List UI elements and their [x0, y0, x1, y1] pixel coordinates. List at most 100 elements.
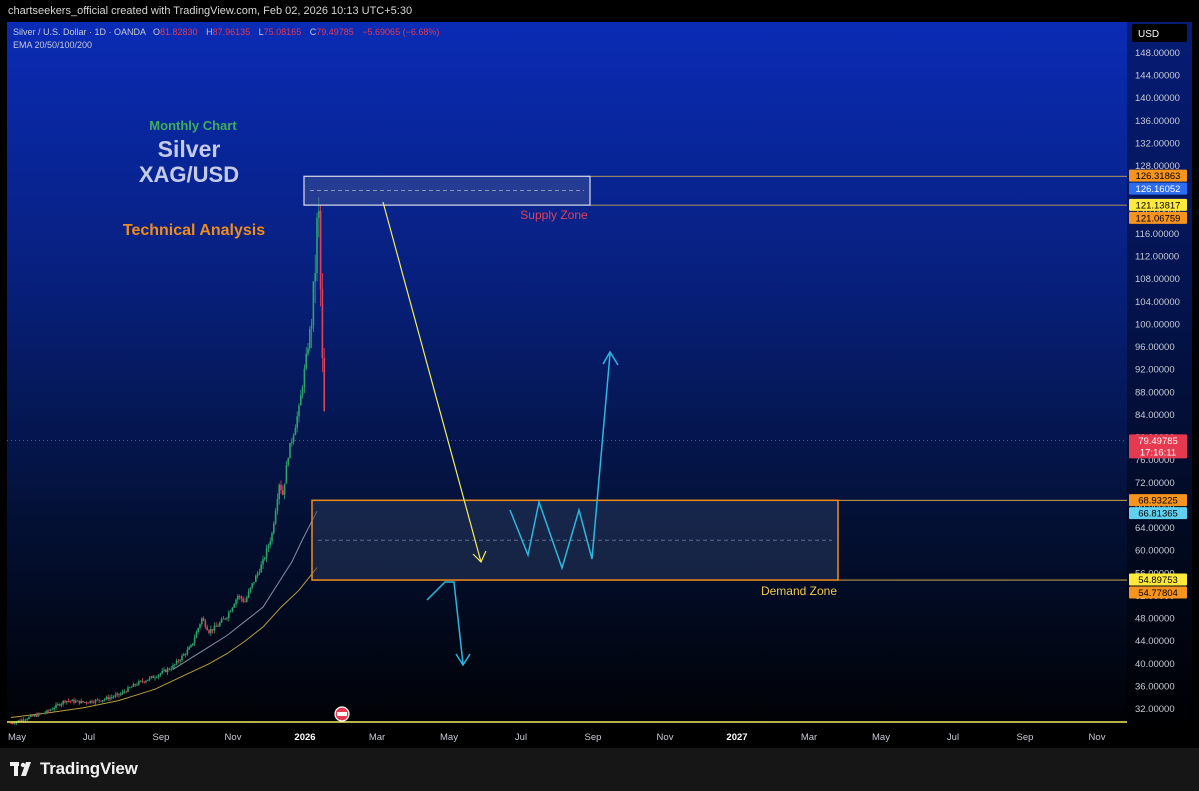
candle-body [71, 699, 73, 702]
candle-body [289, 443, 291, 459]
x-tick-label: Nov [657, 732, 674, 743]
y-tick-label: 72.00000 [1135, 478, 1175, 489]
x-tick-label: 2026 [294, 732, 315, 743]
y-tick-label: 136.00000 [1135, 116, 1180, 127]
candle-body [76, 700, 79, 702]
candle-body [265, 548, 268, 558]
price-tag-label: 54.89753 [1138, 575, 1178, 586]
y-tick-label: 140.00000 [1135, 93, 1180, 104]
x-tick-label: Sep [153, 732, 170, 743]
price-tag-label: 54.77804 [1138, 588, 1178, 599]
monthly-chart-label: Monthly Chart [149, 118, 237, 133]
y-tick-label: 40.00000 [1135, 659, 1175, 670]
candle-body [240, 596, 243, 599]
x-tick-label: Sep [1017, 732, 1034, 743]
watermark-header: chartseekers_official created with Tradi… [0, 0, 1199, 22]
candle-body [161, 670, 163, 674]
legend-indicator[interactable]: EMA 20/50/100/200 [13, 40, 92, 50]
candle-body [109, 697, 111, 700]
candle-body [264, 557, 266, 560]
candle-body [125, 691, 127, 693]
candle-body [204, 620, 207, 628]
candle-body [285, 464, 288, 484]
y-tick-label: 44.00000 [1135, 636, 1175, 647]
legend-ohlc: O81.82830 H87.96135 L75.08165 C79.49785 … [153, 27, 439, 37]
candle-body [255, 575, 257, 583]
price-tag-label: 68.93225 [1138, 496, 1178, 507]
candle-body [273, 523, 275, 534]
x-tick-label: Nov [225, 732, 242, 743]
candle-body [179, 660, 181, 662]
candle-body [247, 591, 250, 598]
candle-body [193, 638, 196, 644]
candle-body [267, 545, 270, 549]
y-tick-label: 48.00000 [1135, 614, 1175, 625]
candle-body [156, 677, 158, 678]
tradingview-logo[interactable]: TradingView [10, 758, 138, 780]
legend-o-value: 81.82830 [160, 27, 198, 37]
candle-body [217, 626, 219, 627]
candle-body [91, 700, 93, 703]
candle-body [278, 484, 280, 500]
candle-body [274, 511, 277, 524]
candle-body [26, 719, 28, 720]
candle-body [66, 700, 68, 703]
candle-body [303, 368, 306, 388]
candle-body [60, 703, 63, 706]
candle-body [107, 697, 109, 700]
candle-body [94, 699, 97, 703]
candle-body [129, 687, 131, 689]
candle-body [211, 629, 214, 631]
candle-body [319, 210, 322, 289]
candle-body [67, 700, 70, 702]
candle-body [199, 624, 201, 629]
candle-body [121, 691, 124, 694]
price-tag-label: 66.81365 [1138, 509, 1178, 520]
demand-zone-label: Demand Zone [761, 584, 837, 598]
candle-body [206, 627, 208, 631]
candle-body [82, 700, 84, 703]
candle-body [291, 441, 293, 444]
candle-body [93, 702, 95, 704]
candle-body [183, 654, 185, 656]
y-tick-label: 96.00000 [1135, 342, 1175, 353]
candle-body [237, 596, 239, 600]
price-chart[interactable]: 148.00000 144.00000 140.00000 136.00000 132.… [7, 22, 1192, 744]
candle-body [152, 676, 154, 678]
candle-body [75, 700, 77, 703]
candle-body [292, 435, 295, 442]
candle-body [28, 716, 30, 720]
candle-body [219, 622, 221, 627]
candle-body [177, 660, 180, 662]
legend-c-value: 79.49785 [316, 27, 354, 37]
candle-body [143, 681, 145, 683]
supply-zone-label: Supply Zone [520, 208, 588, 222]
y-tick-label: 116.00000 [1135, 229, 1179, 240]
candle-body [159, 673, 162, 675]
candle-body [242, 598, 244, 602]
candle-body [213, 625, 216, 631]
candle-body [301, 387, 304, 396]
currency-label: USD [1138, 29, 1159, 40]
candle-body [80, 700, 82, 704]
candle-body [166, 668, 169, 673]
candle-body [98, 699, 100, 701]
candle-body [309, 329, 311, 349]
candle-body [40, 713, 43, 714]
candle-body [202, 618, 205, 621]
y-tick-label: 100.00000 [1135, 319, 1180, 330]
candle-body [48, 710, 50, 712]
candle-body [138, 681, 140, 685]
candle-body [238, 596, 241, 597]
candle-body [246, 597, 248, 602]
y-tick-label: 32.00000 [1135, 704, 1175, 715]
legend-h-value: 87.96135 [213, 27, 251, 37]
x-tick-label: May [872, 732, 890, 743]
price-tag-label: 121.13817 [1136, 200, 1181, 211]
y-tick-label: 112.00000 [1135, 252, 1179, 263]
y-tick-label: 36.00000 [1135, 681, 1175, 692]
candle-body [111, 697, 113, 698]
candle-body [31, 715, 34, 717]
candle-body [69, 701, 72, 702]
candle-body [172, 665, 174, 669]
